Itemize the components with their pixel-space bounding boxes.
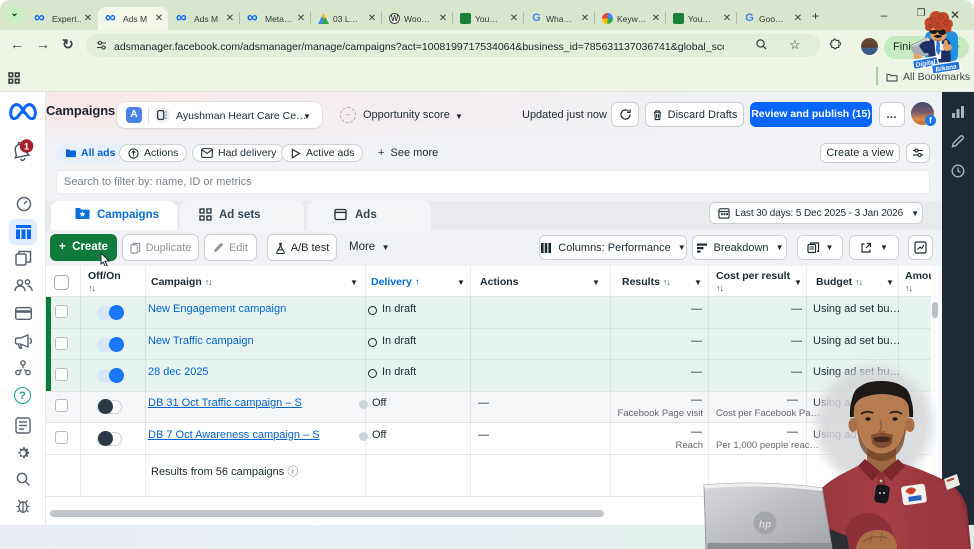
svg-text:hp: hp xyxy=(759,520,771,531)
